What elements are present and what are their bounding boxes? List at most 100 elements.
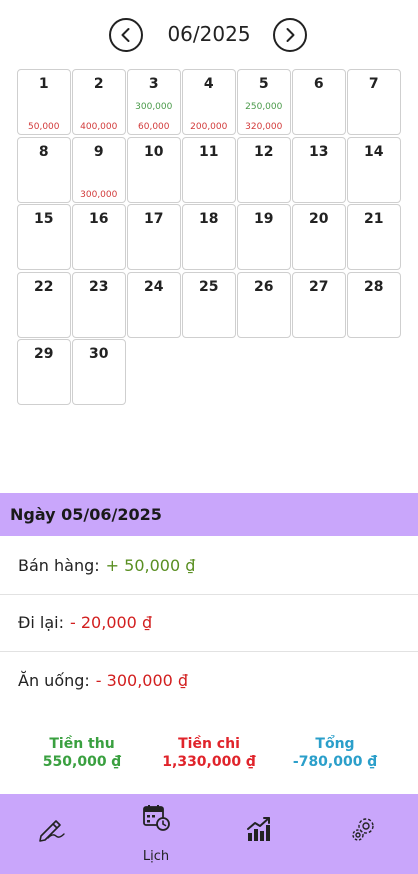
day-number: 20	[309, 211, 329, 227]
day-number: 18	[199, 211, 219, 227]
write-hand-icon	[39, 820, 65, 842]
day-cell[interactable]: 7	[347, 69, 401, 135]
bottom-nav: Lịch	[0, 794, 418, 874]
day-number: 19	[254, 211, 274, 227]
chart-trend-icon	[247, 817, 270, 841]
day-number: 23	[89, 278, 109, 295]
day-cell[interactable]: 24	[127, 271, 181, 338]
transaction-label: Ăn uống:	[18, 671, 90, 691]
transaction-amount: - 300,000 ₫	[95, 671, 189, 691]
day-cell[interactable]: 12	[237, 136, 291, 203]
transaction-row[interactable]: Đi lại: - 20,000 ₫	[0, 595, 418, 652]
day-number: 4	[203, 76, 214, 92]
day-cell[interactable]: 17	[127, 204, 181, 270]
transaction-list: Bán hàng: + 50,000 ₫ Đi lại: - 20,000 ₫ …	[0, 537, 418, 710]
day-cell[interactable]: 5 250,000 320,000	[237, 69, 291, 135]
day-expense: 300,000	[80, 189, 118, 200]
calendar: 1 50,000 2 400,000 3 300,000 60,000 4 200,000 5 25…	[17, 69, 401, 405]
day-expense: 60,000	[138, 122, 170, 132]
chevron-left-icon	[121, 28, 130, 42]
day-number: 27	[309, 278, 329, 295]
day-number: 2	[93, 76, 104, 92]
day-number: 25	[199, 278, 219, 295]
day-cell[interactable]: 8	[17, 136, 71, 203]
day-number: 28	[364, 278, 384, 295]
day-number: 15	[34, 211, 54, 227]
day-number: 10	[144, 143, 164, 160]
day-cell[interactable]: 29	[17, 339, 71, 405]
day-cell[interactable]: 30	[72, 339, 126, 405]
income-value: 550,000 ₫	[42, 754, 122, 770]
day-number: 30	[89, 346, 109, 362]
day-cell[interactable]: 11	[182, 136, 236, 203]
day-cell[interactable]: 2 400,000	[72, 69, 126, 135]
nav-settings-tab[interactable]	[312, 794, 416, 874]
prev-month-button[interactable]	[109, 18, 143, 52]
day-number: 24	[144, 278, 164, 295]
day-cell[interactable]: 21	[347, 204, 401, 270]
nav-calendar-label: Lịch	[142, 849, 170, 864]
day-cell[interactable]: 1 50,000	[17, 69, 71, 135]
next-month-button[interactable]	[273, 18, 307, 52]
day-number: 6	[313, 76, 324, 92]
nav-calendar-tab[interactable]: Lịch	[104, 794, 208, 874]
day-expense: 50,000	[28, 122, 60, 132]
total-summary: Tổng -780,000 ₫	[270, 736, 400, 770]
day-cell[interactable]: 20	[292, 204, 346, 270]
income-summary: Tiền thu 550,000 ₫	[17, 736, 147, 770]
day-income: 250,000	[245, 102, 283, 112]
transaction-amount: - 20,000 ₫	[70, 613, 153, 633]
day-cell[interactable]: 28	[347, 271, 401, 338]
transaction-label: Bán hàng:	[18, 555, 100, 575]
day-cell[interactable]: 9 300,000	[72, 136, 126, 203]
day-cell[interactable]: 3 300,000 60,000	[127, 69, 181, 135]
day-cell[interactable]: 16	[72, 204, 126, 270]
day-cell[interactable]: 23	[72, 271, 126, 338]
income-title: Tiền thu	[49, 736, 115, 752]
total-title: Tổng	[315, 736, 355, 752]
transaction-row[interactable]: Bán hàng: + 50,000 ₫	[0, 537, 418, 595]
expense-summary: Tiền chi 1,330,000 ₫	[144, 736, 274, 770]
expense-value: 1,330,000 ₫	[162, 754, 256, 770]
day-cell[interactable]: 18	[182, 204, 236, 270]
day-number: 17	[144, 211, 164, 227]
day-expense: 320,000	[245, 122, 283, 132]
day-cell[interactable]: 27	[292, 271, 346, 338]
day-number: 29	[34, 346, 54, 362]
chevron-right-icon	[286, 28, 295, 42]
month-label: 06/2025	[167, 22, 251, 46]
day-cell[interactable]: 15	[17, 204, 71, 270]
nav-stats-tab[interactable]	[208, 794, 312, 874]
day-cell[interactable]: 19	[237, 204, 291, 270]
day-number: 1	[38, 76, 49, 92]
calendar-grid: 1 50,000 2 400,000 3 300,000 60,000 4 200,000 5 25…	[17, 69, 401, 405]
day-number: 11	[199, 143, 219, 160]
day-number: 5	[258, 76, 269, 92]
day-cell[interactable]: 10	[127, 136, 181, 203]
day-income: 300,000	[135, 102, 173, 112]
day-cell[interactable]: 13	[292, 136, 346, 203]
day-cell[interactable]: 26	[237, 271, 291, 338]
day-number: 7	[368, 76, 379, 92]
day-expense: 200,000	[190, 122, 228, 132]
day-number: 22	[34, 278, 54, 295]
day-number: 26	[254, 278, 274, 295]
selected-day-title: Ngày 05/06/2025	[0, 493, 418, 536]
day-number: 21	[364, 211, 384, 227]
day-number: 9	[93, 143, 104, 160]
day-cell[interactable]: 6	[292, 69, 346, 135]
nav-input-tab[interactable]	[0, 794, 104, 874]
total-value: -780,000 ₫	[292, 754, 378, 770]
day-number: 16	[89, 211, 109, 227]
expense-title: Tiền chi	[178, 736, 240, 752]
day-cell[interactable]: 25	[182, 271, 236, 338]
transaction-row[interactable]: Ăn uống: - 300,000 ₫	[0, 652, 418, 710]
day-cell[interactable]: 4 200,000	[182, 69, 236, 135]
gear-icon	[352, 818, 374, 841]
day-number: 12	[254, 143, 274, 160]
day-cell[interactable]: 14	[347, 136, 401, 203]
day-number: 8	[38, 143, 49, 160]
day-cell[interactable]: 22	[17, 271, 71, 338]
month-navigator: 06/2025	[0, 16, 418, 56]
day-number: 3	[148, 76, 159, 92]
